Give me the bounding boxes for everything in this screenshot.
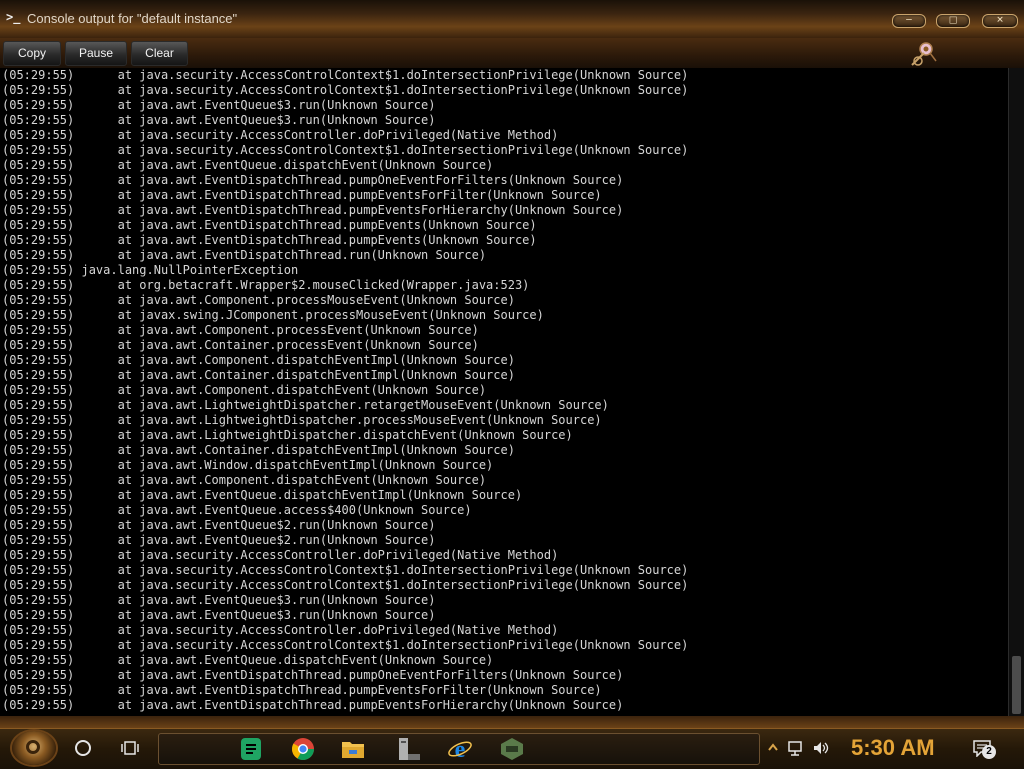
minimize-icon: ─: [906, 15, 912, 26]
console-line: (05:29:55) at java.awt.EventDispatchThre…: [2, 668, 624, 682]
console-line: (05:29:55) at java.awt.EventQueue$3.run(…: [2, 113, 436, 127]
console-line: (05:29:55) at java.awt.EventDispatchThre…: [2, 233, 537, 247]
console-line: (05:29:55) at java.awt.Component.dispatc…: [2, 473, 487, 487]
console-line: (05:29:55) at java.awt.EventQueue$2.run(…: [2, 518, 436, 532]
close-icon: ✕: [996, 15, 1004, 26]
console-line: (05:29:55) at javax.swing.JComponent.pro…: [2, 308, 544, 322]
console-line: (05:29:55) at java.awt.EventQueue$3.run(…: [2, 98, 436, 112]
console-line: (05:29:55) at java.awt.EventQueue$3.run(…: [2, 608, 436, 622]
console-line: (05:29:55) at java.awt.EventDispatchThre…: [2, 248, 487, 262]
console-line: (05:29:55) at java.security.AccessContro…: [2, 68, 689, 82]
console-toolbar: Copy Pause Clear: [0, 38, 1024, 69]
console-line: (05:29:55) at java.security.AccessContro…: [2, 128, 559, 142]
console-icon: >_: [6, 10, 21, 24]
maximize-button[interactable]: □: [936, 14, 970, 28]
window-title: Console output for "default instance": [27, 11, 238, 26]
window-bottom-frame: [0, 716, 1024, 728]
window-title-bar[interactable]: >_ Console output for "default instance"…: [0, 0, 1024, 39]
show-hidden-icons-icon[interactable]: [766, 741, 780, 755]
taskbar-clock[interactable]: 5:30 AM: [851, 734, 935, 762]
clear-button[interactable]: Clear: [131, 41, 188, 66]
game-launcher-icon[interactable]: [499, 736, 525, 762]
steampunk-gear-icon: [911, 42, 937, 66]
console-line: (05:29:55) at java.awt.LightweightDispat…: [2, 428, 573, 442]
console-line: (05:29:55) at java.awt.Container.dispatc…: [2, 443, 515, 457]
console-line: (05:29:55) at java.awt.Component.dispatc…: [2, 383, 487, 397]
svg-text:e: e: [455, 737, 466, 762]
minimize-button[interactable]: ─: [892, 14, 926, 28]
console-line: (05:29:55) at java.awt.EventQueue$2.run(…: [2, 533, 436, 547]
console-line: (05:29:55) at java.awt.Component.dispatc…: [2, 353, 515, 367]
console-output[interactable]: (05:29:55) at java.security.AccessContro…: [0, 68, 1008, 716]
console-line: (05:29:55) at java.awt.EventQueue.dispat…: [2, 653, 494, 667]
console-line: (05:29:55) at java.awt.EventQueue.dispat…: [2, 488, 523, 502]
console-line: (05:29:55) java.lang.NullPointerExceptio…: [2, 263, 299, 277]
task-view-icon[interactable]: [121, 740, 139, 756]
console-line: (05:29:55) at java.awt.EventQueue.dispat…: [2, 158, 494, 172]
cortana-search-icon[interactable]: [75, 740, 91, 756]
start-gear-icon: [26, 740, 40, 754]
console-line: (05:29:55) at java.awt.LightweightDispat…: [2, 413, 602, 427]
file-explorer-icon[interactable]: [340, 736, 366, 762]
copy-button[interactable]: Copy: [3, 41, 61, 66]
console-line: (05:29:55) at java.awt.EventDispatchThre…: [2, 188, 602, 202]
internet-explorer-icon[interactable]: e: [447, 736, 473, 762]
console-scrollbar[interactable]: [1008, 68, 1024, 716]
spreadsheet-app-icon[interactable]: [238, 736, 264, 762]
console-line: (05:29:55) at org.betacraft.Wrapper$2.mo…: [2, 278, 530, 292]
console-line: (05:29:55) at java.security.AccessContro…: [2, 548, 559, 562]
volume-icon[interactable]: [812, 740, 830, 756]
pause-button[interactable]: Pause: [65, 41, 127, 66]
console-line: (05:29:55) at java.awt.EventDispatchThre…: [2, 173, 624, 187]
start-button[interactable]: [12, 731, 56, 765]
console-line: (05:29:55) at java.awt.EventQueue.access…: [2, 503, 472, 517]
console-line: (05:29:55) at java.security.AccessContro…: [2, 623, 559, 637]
console-line: (05:29:55) at java.awt.EventQueue$3.run(…: [2, 593, 436, 607]
console-line: (05:29:55) at java.awt.EventDispatchThre…: [2, 698, 624, 712]
console-line: (05:29:55) at java.awt.Container.process…: [2, 338, 479, 352]
console-line: (05:29:55) at java.awt.Window.dispatchEv…: [2, 458, 494, 472]
console-line: (05:29:55) at java.awt.LightweightDispat…: [2, 398, 609, 412]
console-line: (05:29:55) at java.security.AccessContro…: [2, 143, 689, 157]
server-app-icon[interactable]: [396, 736, 422, 762]
console-line: (05:29:55) at java.awt.Component.process…: [2, 293, 515, 307]
console-line: (05:29:55) at java.security.AccessContro…: [2, 563, 689, 577]
console-line: (05:29:55) at java.security.AccessContro…: [2, 638, 689, 652]
console-line: (05:29:55) at java.awt.EventDispatchThre…: [2, 203, 624, 217]
maximize-icon: □: [948, 15, 958, 26]
console-line: (05:29:55) at java.security.AccessContro…: [2, 578, 689, 592]
console-line: (05:29:55) at java.awt.Container.dispatc…: [2, 368, 515, 382]
console-line: (05:29:55) at java.awt.EventDispatchThre…: [2, 218, 537, 232]
console-line: (05:29:55) at java.security.AccessContro…: [2, 83, 689, 97]
network-icon[interactable]: [788, 740, 806, 756]
notification-count-badge: 2: [982, 745, 996, 759]
chrome-icon[interactable]: [290, 736, 316, 762]
scrollbar-thumb[interactable]: [1012, 656, 1021, 714]
console-line: (05:29:55) at java.awt.EventDispatchThre…: [2, 683, 602, 697]
close-button[interactable]: ✕: [982, 14, 1018, 28]
console-line: (05:29:55) at java.awt.Component.process…: [2, 323, 479, 337]
